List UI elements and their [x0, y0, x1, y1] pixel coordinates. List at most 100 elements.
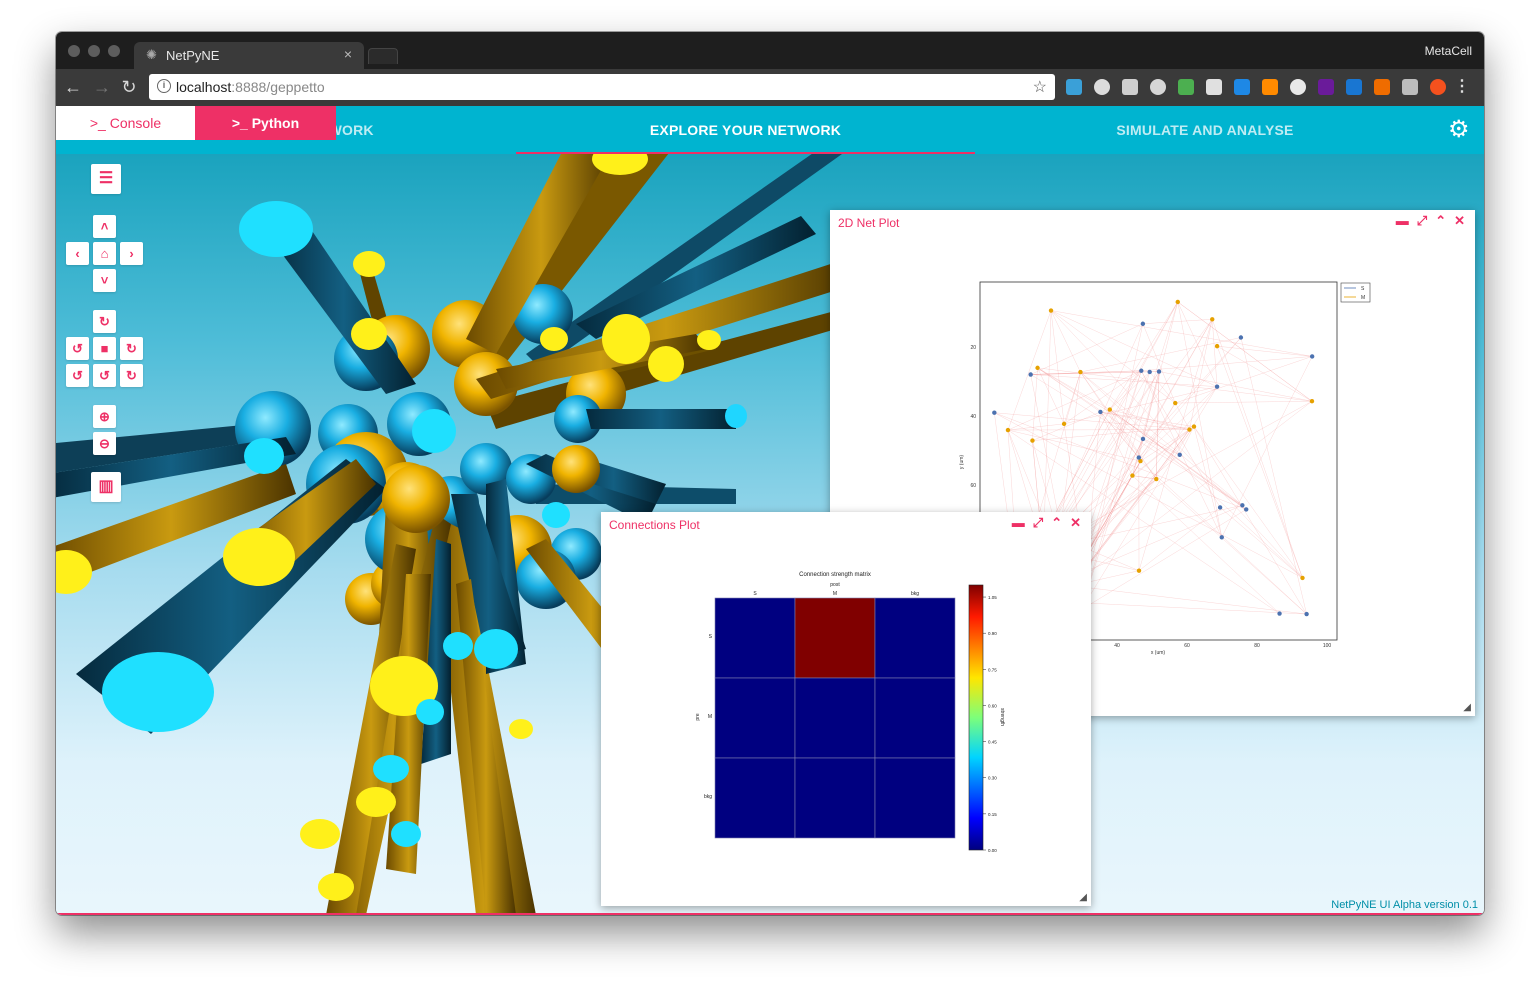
minimize-window-button[interactable]: [88, 45, 100, 57]
cell-point: [1217, 505, 1223, 510]
resize-handle-icon[interactable]: ◢: [1463, 702, 1471, 713]
rotate-down-right-icon[interactable]: ↻: [120, 364, 143, 387]
cell-point: [1309, 354, 1315, 359]
extension-icon[interactable]: [1374, 79, 1390, 95]
soma-sphere: [382, 465, 450, 533]
tab-close-icon[interactable]: ×: [344, 46, 352, 62]
colorbar-tick-label: 0.30: [988, 776, 997, 781]
rotate-right-icon[interactable]: ↻: [120, 337, 143, 360]
netpyne-app: DEFINE YOUR NETWORK EXPLORE YOUR NETWORK…: [56, 106, 1484, 915]
extension-icon[interactable]: [1318, 79, 1334, 95]
axon-end-cap: [353, 251, 385, 277]
matrix-cell: [874, 677, 956, 759]
zoom-out-icon[interactable]: ⊖: [93, 432, 116, 455]
connection-line: [1081, 386, 1218, 610]
connection-line: [1132, 475, 1280, 614]
connection-line: [1071, 585, 1307, 615]
row-labels: S Mbkg: [704, 634, 713, 800]
settings-gear-icon[interactable]: ⚙: [1448, 118, 1472, 142]
axon-end-cap: [697, 330, 721, 350]
extension-icon[interactable]: [1346, 79, 1362, 95]
pan-up-icon[interactable]: ˄: [93, 215, 116, 238]
connection-line: [1175, 400, 1312, 404]
pan-left-icon[interactable]: ‹: [66, 242, 89, 265]
bookmark-star-icon[interactable]: ☆: [1033, 77, 1047, 97]
pan-down-icon[interactable]: ˅: [93, 269, 116, 292]
axon-end-cap: [725, 404, 747, 428]
extension-icon[interactable]: [1262, 79, 1278, 95]
rotate-reset-icon[interactable]: ↻: [93, 310, 116, 333]
connection-line: [1177, 301, 1218, 387]
axon-end-cap: [474, 629, 518, 669]
cell-point: [1214, 384, 1220, 389]
browser-tab[interactable]: ✺ NetPyNE ×: [134, 42, 364, 69]
rotate-down-left-icon[interactable]: ↺: [66, 364, 89, 387]
cell-point: [1277, 611, 1282, 616]
python-tab[interactable]: >_ Python: [195, 106, 336, 140]
new-tab-button[interactable]: [368, 48, 398, 64]
zoom-window-button[interactable]: [108, 45, 120, 57]
matrix-cells: [714, 597, 956, 839]
colorbar-tick-label: 0.15: [988, 812, 997, 817]
connections-plot-svg: Connection strength matrix post S Mbkg S M…: [695, 572, 1005, 853]
connection-line: [1217, 345, 1313, 357]
connection-line: [1050, 310, 1218, 387]
rotate-down-icon[interactable]: ↺: [93, 364, 116, 387]
cell-point: [1240, 503, 1245, 508]
home-icon[interactable]: ⌂: [93, 242, 116, 265]
forward-arrow-icon[interactable]: →: [91, 76, 113, 98]
tab-explore-network[interactable]: EXPLORE YOUR NETWORK: [516, 106, 975, 154]
prompt-icon: >_: [89, 115, 106, 131]
extension-icon[interactable]: [1122, 79, 1138, 95]
extension-icon[interactable]: [1290, 79, 1306, 95]
extension-icon[interactable]: [1430, 79, 1446, 95]
extension-icon[interactable]: [1150, 79, 1166, 95]
resize-handle-icon[interactable]: ◢: [1079, 892, 1087, 903]
extension-icon[interactable]: [1094, 79, 1110, 95]
legend-box: [1340, 282, 1371, 303]
trello-icon[interactable]: [1234, 79, 1250, 95]
browser-menu-icon[interactable]: ⋮: [1454, 76, 1470, 96]
connection-line: [1080, 371, 1243, 506]
cell-point: [1136, 455, 1142, 460]
cell-point: [1191, 424, 1197, 429]
connection-line: [1156, 371, 1160, 480]
axon-end-cap: [102, 652, 214, 732]
rotate-left-icon[interactable]: ↺: [66, 337, 89, 360]
y-tick-label: 40: [970, 414, 976, 420]
camera-icon[interactable]: ■: [93, 337, 116, 360]
axon-end-cap: [239, 201, 313, 257]
console-tab[interactable]: >_ Console: [56, 106, 195, 140]
extension-icon[interactable]: [1066, 79, 1082, 95]
axon-end-cap: [300, 819, 340, 849]
profile-name[interactable]: MetaCell: [1425, 44, 1472, 58]
tab-title: NetPyNE: [166, 48, 220, 63]
cell-point: [1136, 568, 1142, 573]
cell-point: [1048, 308, 1054, 313]
cell-point: [1005, 427, 1011, 433]
connections-plot-panel[interactable]: Connections Plot ▬ ⤢ ⌃ ✕ Connection stre…: [601, 512, 1091, 906]
extension-icon[interactable]: [1402, 79, 1418, 95]
toggle-list-icon[interactable]: ☰: [91, 164, 121, 194]
extension-icon[interactable]: [1206, 79, 1222, 95]
zoom-in-icon[interactable]: ⊕: [93, 405, 116, 428]
tab-simulate-analyse[interactable]: SIMULATE AND ANALYSE: [975, 106, 1435, 154]
close-window-button[interactable]: [68, 45, 80, 57]
back-arrow-icon[interactable]: ←: [62, 76, 84, 98]
site-info-icon[interactable]: i: [157, 79, 171, 93]
version-label: NetPyNE UI Alpha version 0.1: [1331, 899, 1478, 911]
pan-right-icon[interactable]: ›: [120, 242, 143, 265]
netpyne-favicon-icon: ✺: [146, 47, 157, 62]
bar-chart-icon[interactable]: ▥: [91, 472, 121, 502]
y-tick-labels: 20 40 60: [970, 345, 976, 489]
console-label: Console: [109, 115, 162, 131]
reload-icon[interactable]: ↻: [118, 76, 140, 98]
cell-point: [1140, 321, 1146, 326]
connection-line: [1082, 402, 1176, 548]
extension-icon[interactable]: [1178, 79, 1194, 95]
cell-point: [1309, 399, 1315, 404]
address-bar[interactable]: i localhost:8888/geppetto ☆: [149, 74, 1055, 100]
url-text[interactable]: localhost:8888/geppetto: [176, 79, 325, 95]
connection-line: [1175, 402, 1190, 430]
col-axis-label: post: [830, 582, 840, 588]
